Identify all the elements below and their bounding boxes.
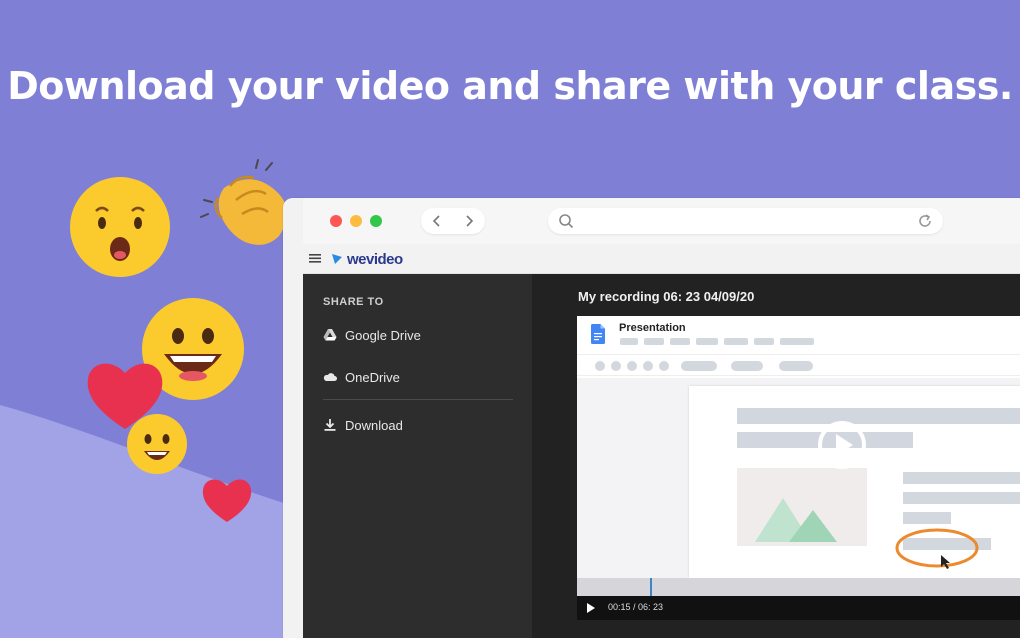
document-header: Presentation: [577, 316, 1020, 350]
menu-placeholder: [696, 338, 718, 345]
toolbar-placeholder: [627, 361, 637, 371]
slide-text-placeholder: [903, 492, 1020, 504]
menu-placeholder: [644, 338, 664, 345]
recording-preview-area: My recording 06: 23 04/09/20 Presentatio…: [532, 274, 1020, 638]
download-label: Download: [345, 417, 403, 433]
play-icon[interactable]: [586, 603, 596, 613]
share-sidebar: SHARE TO Google Drive OneDrive Download: [303, 274, 532, 638]
player-controls: 00:15 / 06: 23: [577, 596, 1020, 620]
surprised-face-emoji: [70, 177, 170, 277]
browser-titlebar: [303, 198, 1020, 244]
menu-placeholder: [724, 338, 748, 345]
playhead-marker[interactable]: [650, 578, 652, 596]
menu-placeholder: [780, 338, 814, 345]
google-drive-icon: [323, 329, 337, 341]
slide-text-placeholder: [903, 512, 951, 524]
image-placeholder-icon: [737, 468, 867, 546]
menu-placeholder: [754, 338, 774, 345]
share-google-drive[interactable]: Google Drive: [323, 325, 421, 345]
sidebar-divider: [323, 399, 513, 400]
orange-circle-annotation: [895, 528, 979, 569]
slide-text-placeholder: [903, 472, 1020, 484]
video-player[interactable]: Presentation 00:15 / 06: 23: [577, 316, 1020, 620]
wevideo-logo[interactable]: wevideo: [331, 250, 403, 268]
share-download[interactable]: Download: [323, 415, 403, 435]
share-onedrive[interactable]: OneDrive: [323, 367, 400, 387]
reload-icon[interactable]: [917, 213, 933, 229]
download-icon: [324, 419, 336, 431]
video-scrubber[interactable]: [577, 578, 1020, 596]
menu-placeholder: [670, 338, 690, 345]
play-overlay-icon[interactable]: [817, 420, 867, 470]
headline: Download your video and share with your …: [7, 64, 1013, 108]
slide-text-placeholder: [737, 408, 1020, 424]
hamburger-menu-icon[interactable]: [309, 253, 321, 263]
toolbar-placeholder: [595, 361, 605, 371]
chevron-left-icon[interactable]: [429, 213, 445, 229]
menu-placeholder: [620, 338, 638, 345]
logo-text: wevideo: [347, 250, 403, 268]
toolbar-placeholder: [681, 361, 717, 371]
close-window-button[interactable]: [330, 215, 342, 227]
playback-time: 00:15 / 06: 23: [608, 602, 664, 612]
toolbar-placeholder: [643, 361, 653, 371]
smiling-face-emoji: [127, 414, 187, 474]
wevideo-header: wevideo: [303, 244, 1020, 274]
toolbar-placeholder: [779, 361, 813, 371]
browser-left-edge: [283, 198, 303, 638]
small-heart-emoji: [202, 479, 252, 522]
share-to-heading: SHARE TO: [323, 296, 384, 308]
recording-title: My recording 06: 23 04/09/20: [578, 289, 755, 304]
maximize-window-button[interactable]: [370, 215, 382, 227]
document-toolbar: [577, 354, 1020, 376]
wevideo-logo-icon: [332, 254, 342, 264]
google-drive-label: Google Drive: [345, 327, 421, 343]
address-bar[interactable]: [548, 208, 943, 234]
browser-window: wevideo SHARE TO Google Drive OneDrive D: [283, 198, 1020, 638]
cloud-icon: [323, 373, 337, 381]
search-icon: [559, 214, 574, 229]
toolbar-placeholder: [659, 361, 669, 371]
google-docs-icon: [591, 324, 605, 344]
chevron-right-icon[interactable]: [461, 213, 477, 229]
document-title: Presentation: [619, 322, 686, 334]
toolbar-placeholder: [611, 361, 621, 371]
onedrive-label: OneDrive: [345, 369, 400, 385]
navigation-buttons: [421, 208, 485, 234]
minimize-window-button[interactable]: [350, 215, 362, 227]
toolbar-placeholder: [731, 361, 763, 371]
